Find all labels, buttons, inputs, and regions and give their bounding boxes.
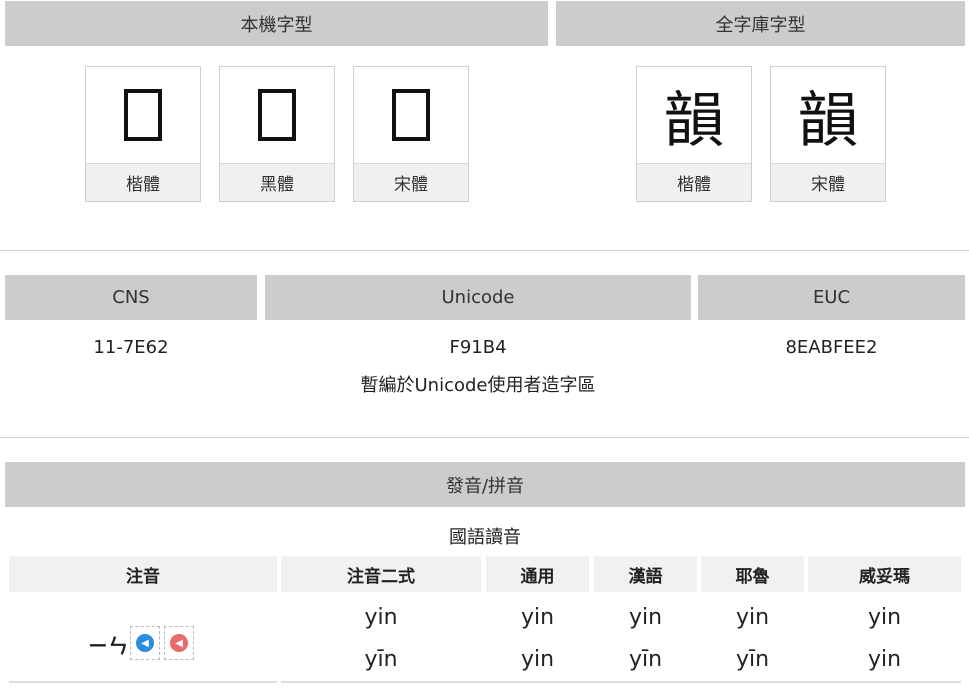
table-cell: yin [520, 605, 555, 630]
table-cell: yīn [735, 647, 770, 672]
font-card-label: 宋體 [771, 163, 885, 201]
euc-header: EUC [698, 275, 965, 320]
font-card-label: 楷體 [86, 163, 200, 201]
local-fonts-header: 本機字型 [5, 1, 548, 46]
speaker-blue-icon: ◀ [136, 634, 154, 652]
font-card-label: 宋體 [354, 163, 468, 201]
play-audio-alt-button[interactable]: ◀ [164, 626, 194, 660]
pronunciation-header: 發音/拼音 [5, 462, 965, 507]
table-bottom-border [9, 681, 277, 683]
unicode-value: F91B4 [449, 337, 507, 358]
section-divider [0, 437, 969, 438]
character-glyph: 韻 [664, 85, 724, 156]
full-fonts-header: 全字庫字型 [556, 1, 965, 46]
table-cell: yin [520, 647, 555, 672]
table-cell: yin [867, 647, 902, 672]
table-cell: yin [735, 605, 770, 630]
mandarin-reading-label: 國語讀音 [449, 527, 521, 548]
table-cell: yīn [628, 647, 663, 672]
cns-value: 11-7E62 [93, 337, 169, 358]
full-font-card-song: 韻 宋體 [770, 66, 886, 202]
zhuyin-value: ㄧㄣ [88, 634, 128, 658]
col-zhuyin: 注音 [9, 556, 277, 592]
euc-value: 8EABFEE2 [785, 337, 878, 358]
cns-header: CNS [5, 275, 257, 320]
col-wade-giles: 威妥瑪 [808, 556, 961, 592]
col-tongyong: 通用 [486, 556, 589, 592]
font-card-label: 黑體 [220, 163, 334, 201]
font-card-label: 楷體 [637, 163, 751, 201]
col-zhuyin-2: 注音二式 [281, 556, 481, 592]
missing-glyph-icon [354, 67, 468, 163]
unicode-header: Unicode [265, 275, 691, 320]
local-font-card-kai: 楷體 [85, 66, 201, 202]
missing-glyph-icon [86, 67, 200, 163]
local-font-card-song: 宋體 [353, 66, 469, 202]
speaker-red-icon: ◀ [170, 634, 188, 652]
table-cell: yīn [364, 647, 398, 672]
table-cell: yin [364, 605, 398, 630]
table-cell: yin [628, 605, 663, 630]
section-divider [0, 250, 969, 251]
col-yale: 耶魯 [701, 556, 804, 592]
table-cell: yin [867, 605, 902, 630]
local-font-card-hei: 黑體 [219, 66, 335, 202]
unicode-note: 暫編於Unicode使用者造字區 [360, 375, 596, 396]
play-audio-button[interactable]: ◀ [130, 626, 160, 660]
missing-glyph-icon [220, 67, 334, 163]
col-hanyu: 漢語 [594, 556, 697, 592]
full-font-card-kai: 韻 楷體 [636, 66, 752, 202]
character-glyph: 韻 [798, 85, 858, 156]
table-bottom-border [281, 681, 961, 683]
